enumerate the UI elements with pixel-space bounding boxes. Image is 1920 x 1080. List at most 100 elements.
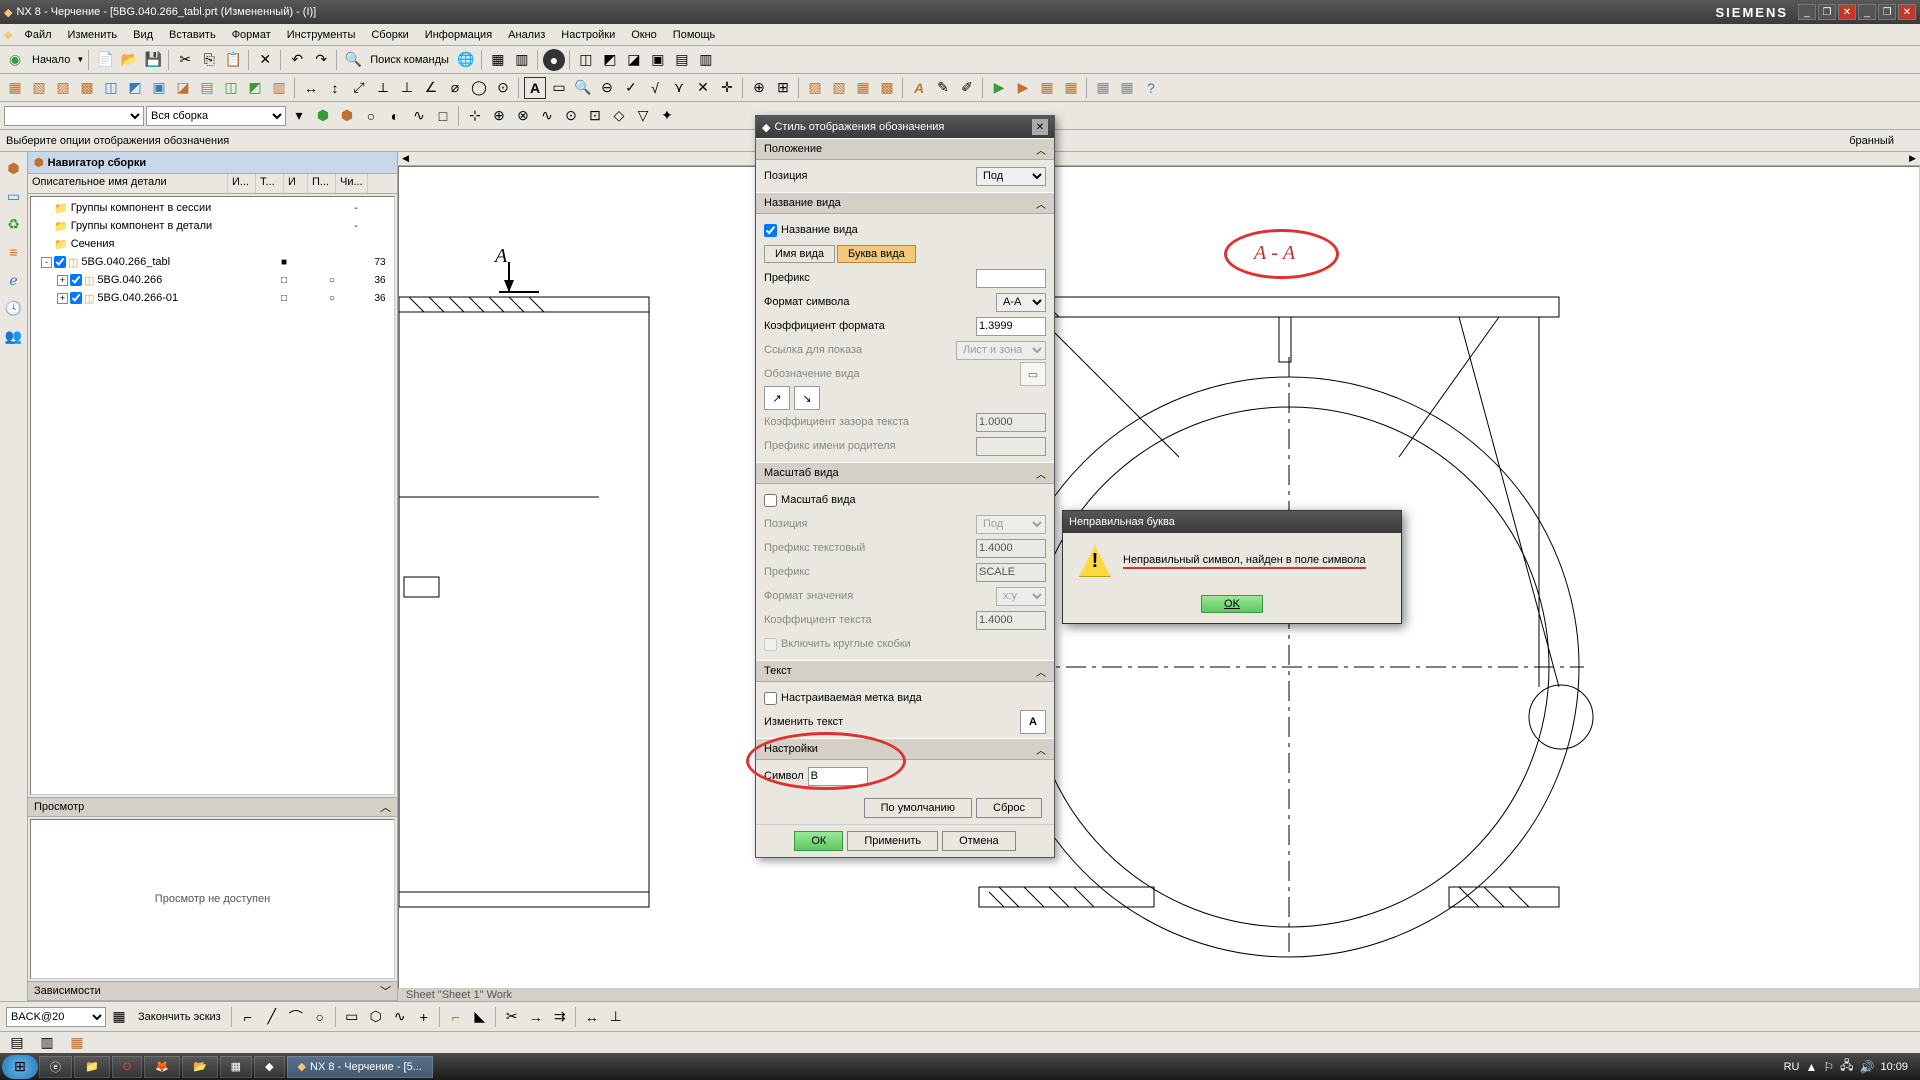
chevron-down-icon[interactable]: ﹀ bbox=[380, 983, 391, 999]
tray-sound-icon[interactable]: 🔊 bbox=[1860, 1060, 1875, 1074]
task-opera[interactable]: O bbox=[112, 1056, 143, 1078]
position-select[interactable]: Под bbox=[976, 167, 1046, 186]
edit2-icon[interactable]: ✐ bbox=[956, 77, 978, 99]
cube2-icon[interactable]: ◩ bbox=[599, 49, 621, 71]
edit1-icon[interactable]: ✎ bbox=[932, 77, 954, 99]
style-icon[interactable]: A bbox=[908, 77, 930, 99]
sk-offset-icon[interactable]: ⇉ bbox=[549, 1006, 571, 1028]
chevron-up-icon[interactable]: ︿ bbox=[1036, 142, 1046, 157]
dialog-titlebar[interactable]: ◆ Стиль отображения обозначения ✕ bbox=[756, 116, 1054, 138]
start-button[interactable]: ⊞ bbox=[2, 1055, 38, 1079]
dim4-icon[interactable]: ⟂ bbox=[372, 77, 394, 99]
tree-row[interactable]: 📁Группы компонент в сессии- bbox=[33, 199, 392, 217]
section-scale[interactable]: Масштаб вида︿ bbox=[756, 462, 1054, 484]
chevron-up-icon[interactable]: ︿ bbox=[380, 799, 391, 815]
sk-line-icon[interactable]: ╱ bbox=[261, 1006, 283, 1028]
close-doc-button[interactable]: ✕ bbox=[1898, 4, 1916, 20]
arrow2-icon[interactable]: ▶ bbox=[1012, 77, 1034, 99]
selection-combo[interactable] bbox=[4, 106, 144, 126]
sk-rect-icon[interactable]: ▭ bbox=[341, 1006, 363, 1028]
scroll-left-icon[interactable]: ◀ bbox=[402, 153, 409, 164]
snap6-icon[interactable]: ⊡ bbox=[584, 105, 606, 127]
menu-view[interactable]: Вид bbox=[125, 27, 161, 43]
tab-history[interactable]: 🕓 bbox=[2, 296, 26, 320]
minimize-doc-button[interactable]: _ bbox=[1858, 4, 1876, 20]
menu-edit[interactable]: Изменить bbox=[60, 27, 126, 43]
dim8-icon[interactable]: ◯ bbox=[468, 77, 490, 99]
view-icon[interactable]: ▥ bbox=[511, 49, 533, 71]
dim1-icon[interactable]: ↔ bbox=[300, 77, 322, 99]
arrow-style-2[interactable]: ↘ bbox=[794, 386, 820, 410]
filter7-icon[interactable]: □ bbox=[432, 105, 454, 127]
cancel-button[interactable]: Отмена bbox=[942, 831, 1015, 851]
dropdown-icon[interactable]: ▼ bbox=[76, 55, 84, 64]
clock[interactable]: 10:09 bbox=[1880, 1061, 1908, 1073]
st-3-icon[interactable]: ▦ bbox=[66, 1032, 88, 1054]
restore-doc-button[interactable]: ❐ bbox=[1878, 4, 1896, 20]
start-icon[interactable]: ◉ bbox=[4, 49, 26, 71]
tb2-7-icon[interactable]: ▣ bbox=[148, 77, 170, 99]
dim5-icon[interactable]: ⊥ bbox=[396, 77, 418, 99]
sk-chamfer-icon[interactable]: ◣ bbox=[469, 1006, 491, 1028]
copy-icon[interactable]: ⎘ bbox=[198, 49, 220, 71]
shade-icon[interactable]: ● bbox=[543, 49, 565, 71]
filter2-icon[interactable]: ⬢ bbox=[312, 105, 334, 127]
sk-spline-icon[interactable]: ∿ bbox=[389, 1006, 411, 1028]
chk-scale[interactable] bbox=[764, 494, 777, 507]
help-icon[interactable]: ? bbox=[1140, 77, 1162, 99]
hatch1-icon[interactable]: ▨ bbox=[804, 77, 826, 99]
lang-indicator[interactable]: RU bbox=[1784, 1061, 1800, 1073]
expand-icon[interactable]: + bbox=[57, 275, 68, 286]
tree-checkbox[interactable] bbox=[70, 292, 82, 304]
expand-icon[interactable]: - bbox=[41, 257, 52, 268]
preview-header[interactable]: Просмотр ︿ bbox=[28, 797, 397, 817]
snap7-icon[interactable]: ◇ bbox=[608, 105, 630, 127]
undo-icon[interactable]: ↶ bbox=[286, 49, 308, 71]
tb2-8-icon[interactable]: ◪ bbox=[172, 77, 194, 99]
tb2-2-icon[interactable]: ▧ bbox=[28, 77, 50, 99]
tray-action-icon[interactable]: ⚐ bbox=[1823, 1060, 1834, 1074]
tree-row[interactable]: +◫5BG.040.266-01□○36 bbox=[33, 289, 392, 307]
tb2-5-icon[interactable]: ◫ bbox=[100, 77, 122, 99]
chevron-up-icon[interactable]: ︿ bbox=[1036, 742, 1046, 757]
paste-icon[interactable]: 📋 bbox=[222, 49, 244, 71]
weld-icon[interactable]: ⋎ bbox=[668, 77, 690, 99]
filter4-icon[interactable]: ○ bbox=[360, 105, 382, 127]
tree-row[interactable]: 📁Сечения bbox=[33, 235, 392, 253]
hatch4-icon[interactable]: ▩ bbox=[876, 77, 898, 99]
dialog-close-button[interactable]: ✕ bbox=[1032, 119, 1048, 135]
cross-icon[interactable]: ✕ bbox=[692, 77, 714, 99]
tab-html[interactable]: ≡ bbox=[2, 240, 26, 264]
note-icon[interactable]: ▭ bbox=[548, 77, 570, 99]
expand-icon[interactable]: + bbox=[57, 293, 68, 304]
tree-row[interactable]: 📁Группы компонент в детали- bbox=[33, 217, 392, 235]
deps-header[interactable]: Зависимости ﹀ bbox=[28, 981, 397, 1001]
grid1-icon[interactable]: ▦ bbox=[1092, 77, 1114, 99]
nav-tree[interactable]: 📁Группы компонент в сессии-📁Группы компо… bbox=[30, 196, 395, 795]
sk-dim-icon[interactable]: ↔ bbox=[581, 1006, 603, 1028]
task-explorer[interactable]: 📁 bbox=[74, 1056, 110, 1078]
cube6-icon[interactable]: ▥ bbox=[695, 49, 717, 71]
dim2-icon[interactable]: ↕ bbox=[324, 77, 346, 99]
arrow1-icon[interactable]: ▶ bbox=[988, 77, 1010, 99]
hatch2-icon[interactable]: ▧ bbox=[828, 77, 850, 99]
filter5-icon[interactable]: ◐ bbox=[384, 105, 406, 127]
table2-icon[interactable]: ▦ bbox=[1060, 77, 1082, 99]
tree-row[interactable]: +◫5BG.040.266□○36 bbox=[33, 271, 392, 289]
surf1-icon[interactable]: ✓ bbox=[620, 77, 642, 99]
col-2[interactable]: Т... bbox=[256, 174, 284, 193]
menu-assembly[interactable]: Сборки bbox=[363, 27, 416, 43]
reset-button[interactable]: Сброс bbox=[976, 798, 1042, 818]
tab-web[interactable]: ℯ bbox=[2, 268, 26, 292]
tray-flag-icon[interactable]: ▲ bbox=[1805, 1060, 1817, 1074]
close-button[interactable]: ✕ bbox=[1838, 4, 1856, 20]
open-icon[interactable]: 📂 bbox=[118, 49, 140, 71]
tb2-9-icon[interactable]: ▤ bbox=[196, 77, 218, 99]
start-button[interactable]: Начало bbox=[28, 52, 74, 68]
cut-icon[interactable]: ✂ bbox=[174, 49, 196, 71]
filter1-icon[interactable]: ▾ bbox=[288, 105, 310, 127]
st-1-icon[interactable]: ▤ bbox=[6, 1032, 28, 1054]
msgbox-ok-button[interactable]: OK bbox=[1201, 595, 1263, 613]
tb2-3-icon[interactable]: ▨ bbox=[52, 77, 74, 99]
tb2-4-icon[interactable]: ▩ bbox=[76, 77, 98, 99]
